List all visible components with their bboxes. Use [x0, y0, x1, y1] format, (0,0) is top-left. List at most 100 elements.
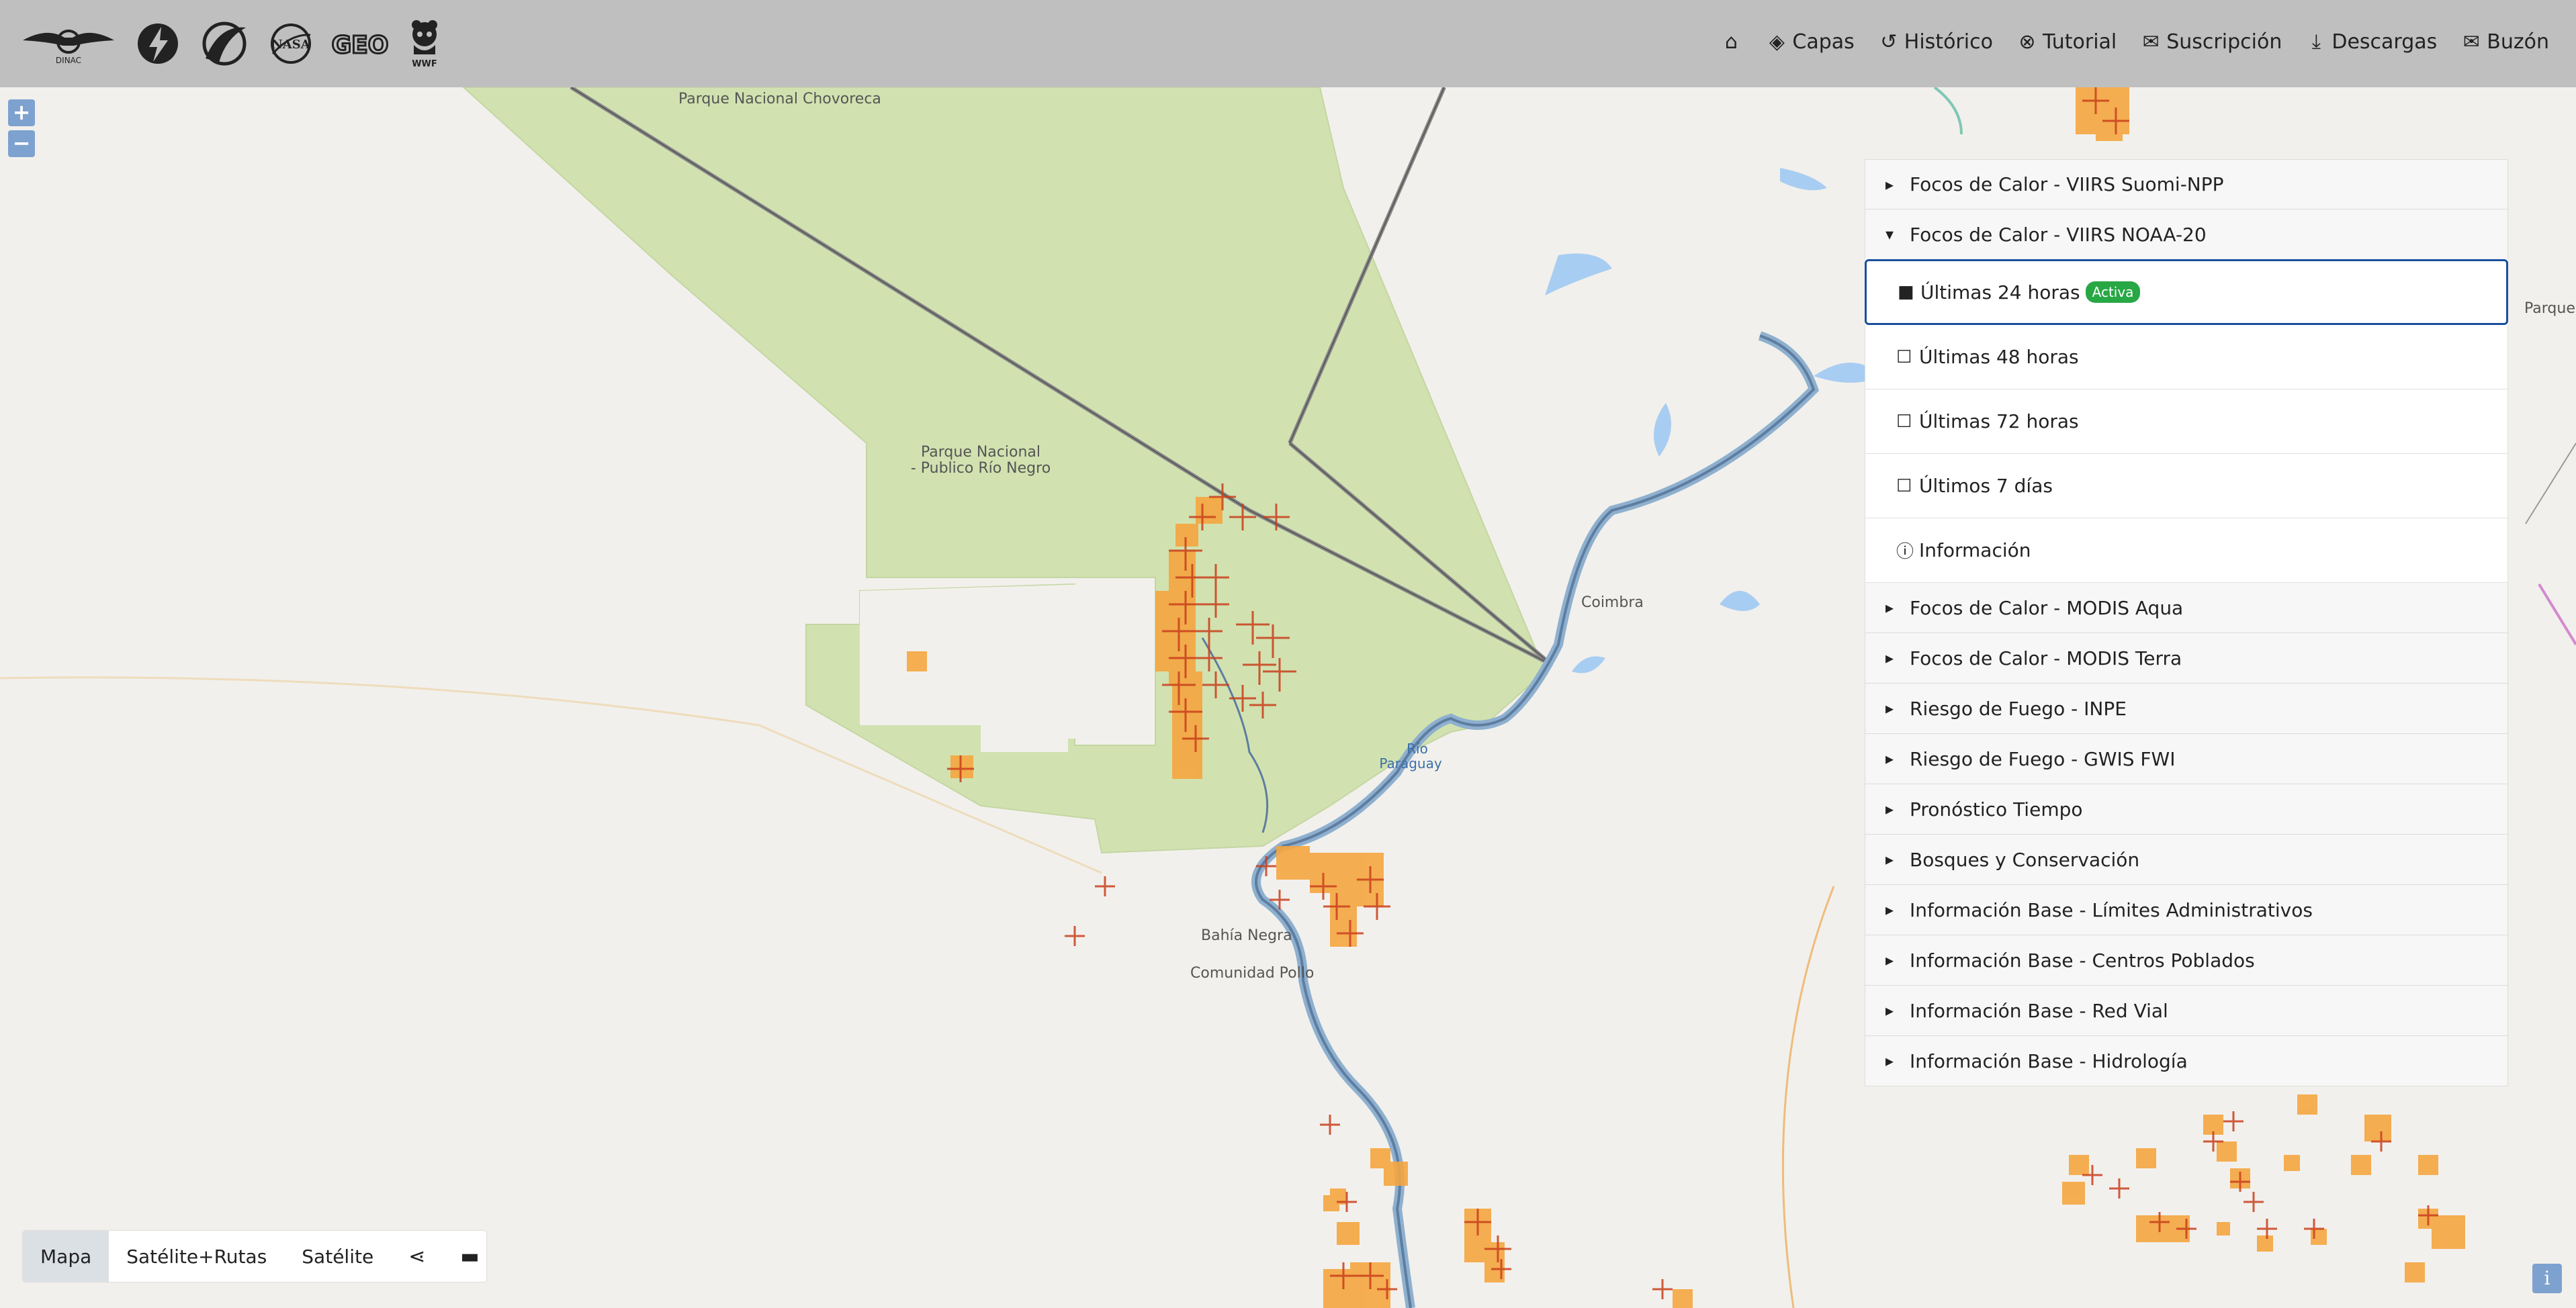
label-coimbra: Coimbra [1581, 594, 1644, 611]
dinac-logo: DINAC [20, 17, 117, 71]
layer-group-label: Información Base - Hidrología [1910, 1049, 2188, 1072]
zoom-out-button[interactable]: − [8, 130, 35, 157]
nav-home[interactable]: ⌂ [1720, 30, 1742, 54]
checkbox-unchecked-icon: ☐ [1896, 475, 1912, 496]
caret-right-icon: ▸ [1885, 1052, 1894, 1070]
right-road [2538, 583, 2576, 646]
label-bahia-negra: Bahía Negra [1201, 927, 1292, 944]
nav-suscripcion-label: Suscripción [2166, 30, 2282, 54]
lightning-logo [134, 17, 181, 71]
measure-button[interactable]: ▬ [443, 1231, 496, 1282]
caret-right-icon: ▸ [1885, 850, 1894, 869]
history-icon: ↺ [1880, 30, 1898, 54]
zoom-in-button[interactable]: + [8, 99, 35, 126]
sublayer-72h[interactable]: ☐ Últimas 72 horas [1865, 389, 2508, 454]
caret-right-icon: ▸ [1885, 800, 1894, 819]
label-rio-paraguay-2: Paraguay [1379, 755, 1442, 772]
layer-group-viirs-suomi-npp[interactable]: ▸ Focos de Calor - VIIRS Suomi-NPP [1865, 159, 2508, 209]
layer-group-label: Información Base - Límites Administrativ… [1910, 898, 2313, 921]
home-icon: ⌂ [1724, 30, 1738, 54]
caret-right-icon: ▸ [1885, 649, 1894, 667]
nav-tutorial-label: Tutorial [2042, 30, 2117, 54]
label-parque-right: Parque [2524, 300, 2575, 317]
nav-tutorial[interactable]: ⊗ Tutorial [2016, 30, 2117, 54]
label-rio-negro-2: - Publico Río Negro [910, 460, 1051, 477]
layer-group-modis-terra[interactable]: ▸ Focos de Calor - MODIS Terra [1865, 633, 2508, 684]
layer-group-riesgo-inpe[interactable]: ▸ Riesgo de Fuego - INPE [1865, 684, 2508, 734]
caret-right-icon: ▸ [1885, 175, 1894, 194]
label-chovoreca: Parque Nacional Chovoreca [678, 91, 881, 107]
agency-logo [199, 17, 250, 71]
layer-group-label: Focos de Calor - VIIRS NOAA-20 [1910, 223, 2207, 246]
caret-right-icon: ▸ [1885, 900, 1894, 919]
nav-historico-label: Histórico [1904, 30, 1993, 54]
sublayer-label: Últimas 48 horas [1919, 346, 2079, 368]
layer-group-pronostico[interactable]: ▸ Pronóstico Tiempo [1865, 784, 2508, 835]
zoom-control: + − [8, 99, 35, 161]
nav-descargas[interactable]: ⤓ Descargas [2305, 30, 2438, 54]
top-navbar: DINAC NASA GEO WWF ⌂ ◈ Capas ↺ Histórico… [0, 0, 2576, 87]
layer-group-label: Pronóstico Tiempo [1910, 798, 2083, 821]
label-rio-negro-1: Parque Nacional [921, 444, 1040, 461]
layer-group-viirs-noaa-20[interactable]: ▾ Focos de Calor - VIIRS NOAA-20 [1865, 209, 2508, 260]
layer-group-label: Focos de Calor - MODIS Aqua [1910, 596, 2184, 619]
sublayer-24h[interactable]: ■ Últimas 24 horas Activa [1865, 259, 2508, 325]
nav-historico[interactable]: ↺ Histórico [1877, 30, 1993, 54]
ruler-icon: ▬ [460, 1244, 480, 1268]
checkbox-checked-icon: ■ [1898, 282, 1914, 302]
layer-group-modis-aqua[interactable]: ▸ Focos de Calor - MODIS Aqua [1865, 583, 2508, 633]
envelope-icon: ✉ [2142, 30, 2160, 54]
active-badge: Activa [2085, 281, 2141, 303]
nav-buzon-label: Buzón [2487, 30, 2549, 54]
layer-group-label: Focos de Calor - VIIRS Suomi-NPP [1910, 173, 2224, 195]
layer-group-riesgo-gwis[interactable]: ▸ Riesgo de Fuego - GWIS FWI [1865, 734, 2508, 784]
checkbox-unchecked-icon: ☐ [1896, 411, 1912, 432]
sublayer-label: Información [1919, 539, 2031, 561]
sublayer-info[interactable]: ⓘ Información [1865, 518, 2508, 583]
layers-panel: ▸ Focos de Calor - VIIRS Suomi-NPP ▾ Foc… [1865, 159, 2508, 1086]
layers-icon: ◈ [1769, 30, 1785, 54]
nav-suscripcion[interactable]: ✉ Suscripción [2139, 30, 2282, 54]
checkbox-unchecked-icon: ☐ [1896, 346, 1912, 367]
geo-logo-text: GEO [332, 32, 388, 59]
sublayer-7d[interactable]: ☐ Últimos 7 días [1865, 454, 2508, 518]
basemap-mapa[interactable]: Mapa [23, 1231, 109, 1282]
nav-descargas-label: Descargas [2331, 30, 2438, 54]
layer-group-bosques[interactable]: ▸ Bosques y Conservación [1865, 835, 2508, 885]
border-line-right [1781, 886, 1835, 1308]
sublayer-label: Últimas 24 horas [1920, 281, 2080, 303]
label-rio-paraguay-1: Río [1407, 741, 1428, 757]
sublayer-list: ■ Últimas 24 horas Activa ☐ Últimas 48 h… [1865, 259, 2508, 583]
caret-right-icon: ▸ [1885, 1001, 1894, 1020]
caret-right-icon: ▸ [1885, 598, 1894, 617]
nav-capas[interactable]: ◈ Capas [1765, 30, 1855, 54]
layer-group-label: Información Base - Centros Poblados [1910, 949, 2255, 972]
layer-group-label: Riesgo de Fuego - INPE [1910, 697, 2127, 720]
sublayer-label: Últimas 72 horas [1919, 410, 2079, 432]
share-button[interactable]: ⋖ [391, 1231, 443, 1282]
envelope-icon: ✉ [2462, 30, 2480, 54]
attribution-info-button[interactable]: i [2532, 1264, 2562, 1293]
top-river [1933, 87, 1963, 135]
partner-logos: DINAC NASA GEO WWF [20, 15, 443, 73]
nav-menu: ⌂ ◈ Capas ↺ Histórico ⊗ Tutorial ✉ Suscr… [1720, 0, 2549, 83]
info-circle-icon: ⓘ [1896, 542, 1914, 562]
layer-group-label: Riesgo de Fuego - GWIS FWI [1910, 747, 2176, 770]
sublayer-48h[interactable]: ☐ Últimas 48 horas [1865, 325, 2508, 389]
layer-group-label: Bosques y Conservación [1910, 848, 2140, 871]
layer-group-red-vial[interactable]: ▸ Información Base - Red Vial [1865, 986, 2508, 1036]
share-icon: ⋖ [408, 1244, 426, 1268]
layer-group-hidrologia[interactable]: ▸ Información Base - Hidrología [1865, 1036, 2508, 1086]
layer-group-label: Información Base - Red Vial [1910, 999, 2168, 1022]
download-icon: ⤓ [2311, 30, 2321, 54]
nav-buzon[interactable]: ✉ Buzón [2460, 30, 2549, 54]
caret-right-icon: ▸ [1885, 749, 1894, 768]
basemap-satelite-rutas[interactable]: Satélite+Rutas [109, 1231, 284, 1282]
basemap-satelite[interactable]: Satélite [284, 1231, 391, 1282]
dinac-logo-text: DINAC [56, 56, 81, 65]
layer-group-limites[interactable]: ▸ Información Base - Límites Administrat… [1865, 885, 2508, 935]
wwf-logo: WWF [406, 17, 443, 71]
right-road-2 [2525, 442, 2576, 524]
help-circle-icon: ⊗ [2018, 30, 2036, 54]
layer-group-centros[interactable]: ▸ Información Base - Centros Poblados [1865, 935, 2508, 986]
